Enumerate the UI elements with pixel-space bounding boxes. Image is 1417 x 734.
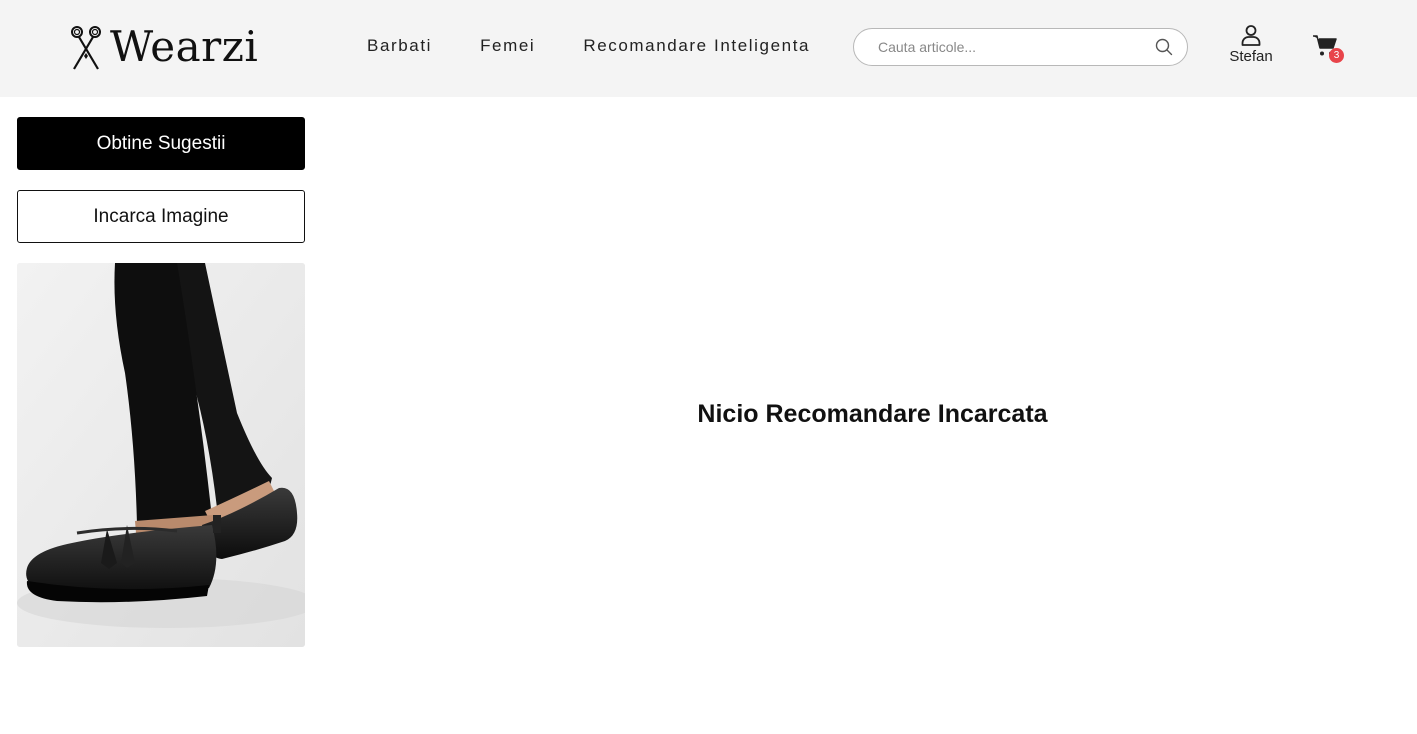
- nav-link-recomandare-inteligenta[interactable]: Recomandare Inteligenta: [583, 36, 810, 56]
- user-name: Stefan: [1229, 48, 1273, 65]
- search-bar: [853, 28, 1188, 66]
- upload-image-button[interactable]: Incarca Imagine: [17, 190, 305, 243]
- main-nav: Barbati Femei Recomandare Inteligenta: [367, 36, 858, 56]
- empty-recommendation-message: Nicio Recomandare Incarcata: [697, 400, 1048, 428]
- nav-link-femei[interactable]: Femei: [480, 36, 535, 56]
- cart-count-badge: 3: [1329, 48, 1344, 63]
- brand-logo[interactable]: Wearzi: [68, 22, 258, 72]
- search-input[interactable]: [878, 39, 1155, 55]
- get-suggestions-button[interactable]: Obtine Sugestii: [17, 117, 305, 170]
- cart-button[interactable]: 3: [1312, 34, 1346, 64]
- user-account[interactable]: Stefan: [1224, 24, 1278, 65]
- logo-text: Wearzi: [110, 22, 259, 71]
- nav-link-barbati[interactable]: Barbati: [367, 36, 432, 56]
- site-header: Wearzi Barbati Femei Recomandare Intelig…: [0, 0, 1417, 97]
- search-icon[interactable]: [1155, 38, 1173, 56]
- loafers-photo-image: [17, 263, 305, 647]
- uploaded-image-preview: [17, 263, 305, 647]
- scissors-logo-icon: [71, 26, 101, 70]
- user-icon: [1241, 25, 1261, 46]
